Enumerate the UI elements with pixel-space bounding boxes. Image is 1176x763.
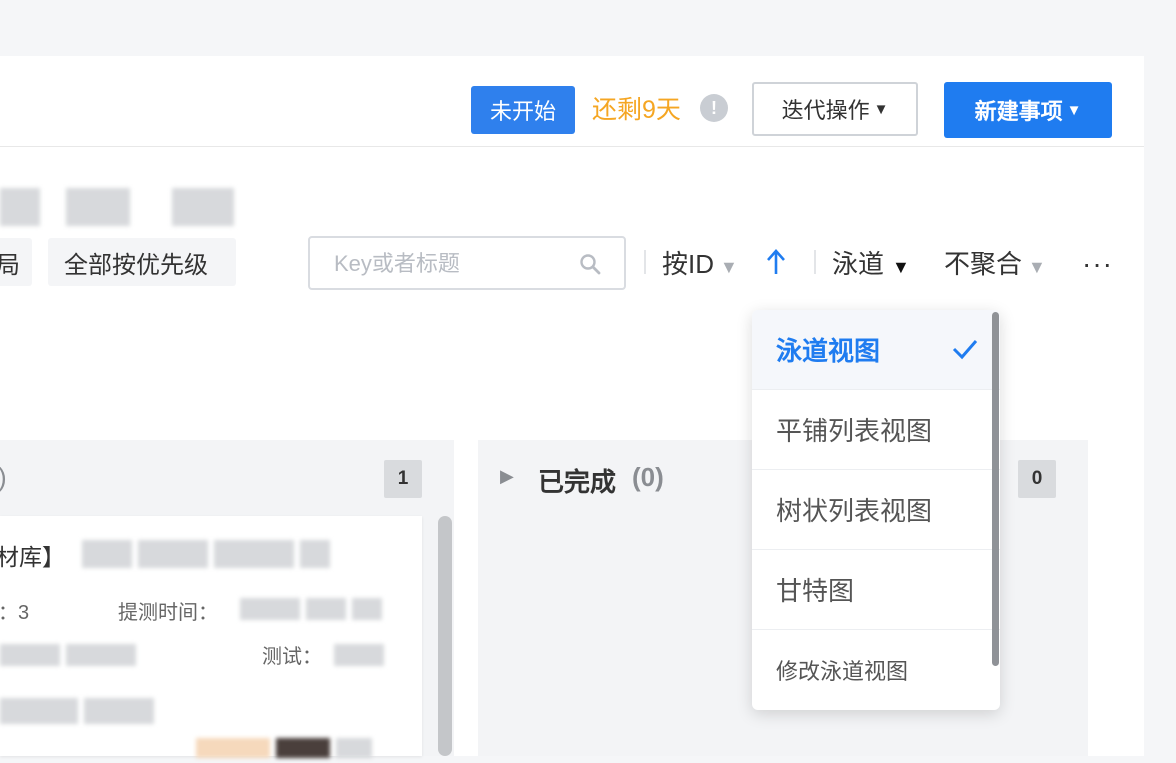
remaining-days-text: 还剩9天	[592, 96, 681, 124]
card-value-blurred	[0, 698, 162, 724]
search-input[interactable]	[332, 246, 566, 282]
sort-by-dropdown[interactable]: 按ID ▼	[662, 242, 738, 286]
menu-item-tree-list-view[interactable]: 树状列表视图	[752, 470, 1000, 550]
filter-chip-layout[interactable]: 局	[0, 238, 32, 286]
filter-chip-label: 局	[0, 251, 20, 279]
card-field-count: ：3	[0, 602, 30, 624]
lane-count-badge: 1	[384, 460, 422, 498]
menu-item-label: 修改泳道视图	[776, 659, 909, 684]
sort-ascending-icon[interactable]	[764, 246, 788, 278]
new-item-button[interactable]: 新建事项 ▼	[944, 82, 1112, 138]
menu-item-edit-lane-view[interactable]: 修改泳道视图	[752, 630, 1000, 710]
info-icon[interactable]: !	[700, 94, 728, 122]
iteration-actions-label: 迭代操作	[781, 98, 870, 123]
card-title-blurred	[82, 540, 344, 568]
menu-item-lane-view[interactable]: 泳道视图	[752, 310, 1000, 390]
menu-item-flat-list-view[interactable]: 平铺列表视图	[752, 390, 1000, 470]
check-icon	[952, 340, 978, 360]
toolbar-divider	[644, 250, 646, 274]
search-box	[308, 236, 626, 290]
caret-down-icon: ▼	[1028, 257, 1046, 277]
card-value-blurred	[334, 644, 390, 666]
view-mode-label: 泳道	[832, 249, 885, 279]
expand-icon[interactable]: ▶	[500, 466, 514, 487]
caret-down-icon: ▼	[1066, 101, 1082, 119]
search-icon[interactable]	[578, 252, 602, 276]
menu-item-label: 平铺列表视图	[776, 416, 933, 446]
card-title: 材库】	[0, 544, 65, 570]
header-divider	[0, 146, 1144, 147]
new-item-label: 新建事项	[974, 99, 1063, 124]
menu-scrollbar[interactable]	[992, 312, 999, 666]
menu-item-label: 甘特图	[776, 576, 855, 606]
blurred-content	[0, 188, 260, 226]
more-options-icon[interactable]: ···	[1082, 242, 1113, 286]
menu-item-label: 树状列表视图	[776, 496, 933, 526]
caret-down-icon: ▼	[892, 257, 910, 277]
caret-down-icon: ▼	[873, 100, 889, 118]
aggregate-label: 不聚合	[944, 249, 1023, 279]
lane-scrollbar[interactable]	[438, 516, 452, 756]
task-card[interactable]: 材库】 ：3 提测时间： 测试：	[0, 516, 422, 758]
card-value-blurred	[240, 598, 390, 620]
caret-down-icon: ▼	[720, 257, 738, 277]
menu-item-gantt-view[interactable]: 甘特图	[752, 550, 1000, 630]
iteration-actions-button[interactable]: 迭代操作 ▼	[752, 82, 918, 136]
toolbar-divider	[814, 250, 816, 274]
filter-chip-label: 全部按优先级	[64, 251, 208, 279]
card-field-tester: 测试：	[262, 646, 322, 668]
status-badge: 未开始	[471, 86, 575, 134]
card-value-blurred	[0, 644, 150, 666]
menu-item-label: 泳道视图	[776, 336, 881, 366]
card-avatars-blurred	[196, 738, 392, 758]
view-mode-menu: 泳道视图 平铺列表视图 树状列表视图 甘特图 修改泳道视图	[752, 310, 1000, 710]
card-field-test-time: 提测时间：	[118, 602, 218, 624]
lane-count-badge: 0	[1018, 460, 1056, 498]
lane-count-label: (0)	[632, 462, 664, 492]
sort-by-label: 按ID	[662, 249, 715, 279]
lane-title: )	[0, 462, 7, 493]
view-mode-dropdown[interactable]: 泳道 ▼	[832, 242, 910, 286]
aggregate-dropdown[interactable]: 不聚合 ▼	[944, 242, 1046, 286]
lane-title: 已完成	[538, 467, 617, 497]
filter-chip-priority[interactable]: 全部按优先级	[48, 238, 236, 286]
